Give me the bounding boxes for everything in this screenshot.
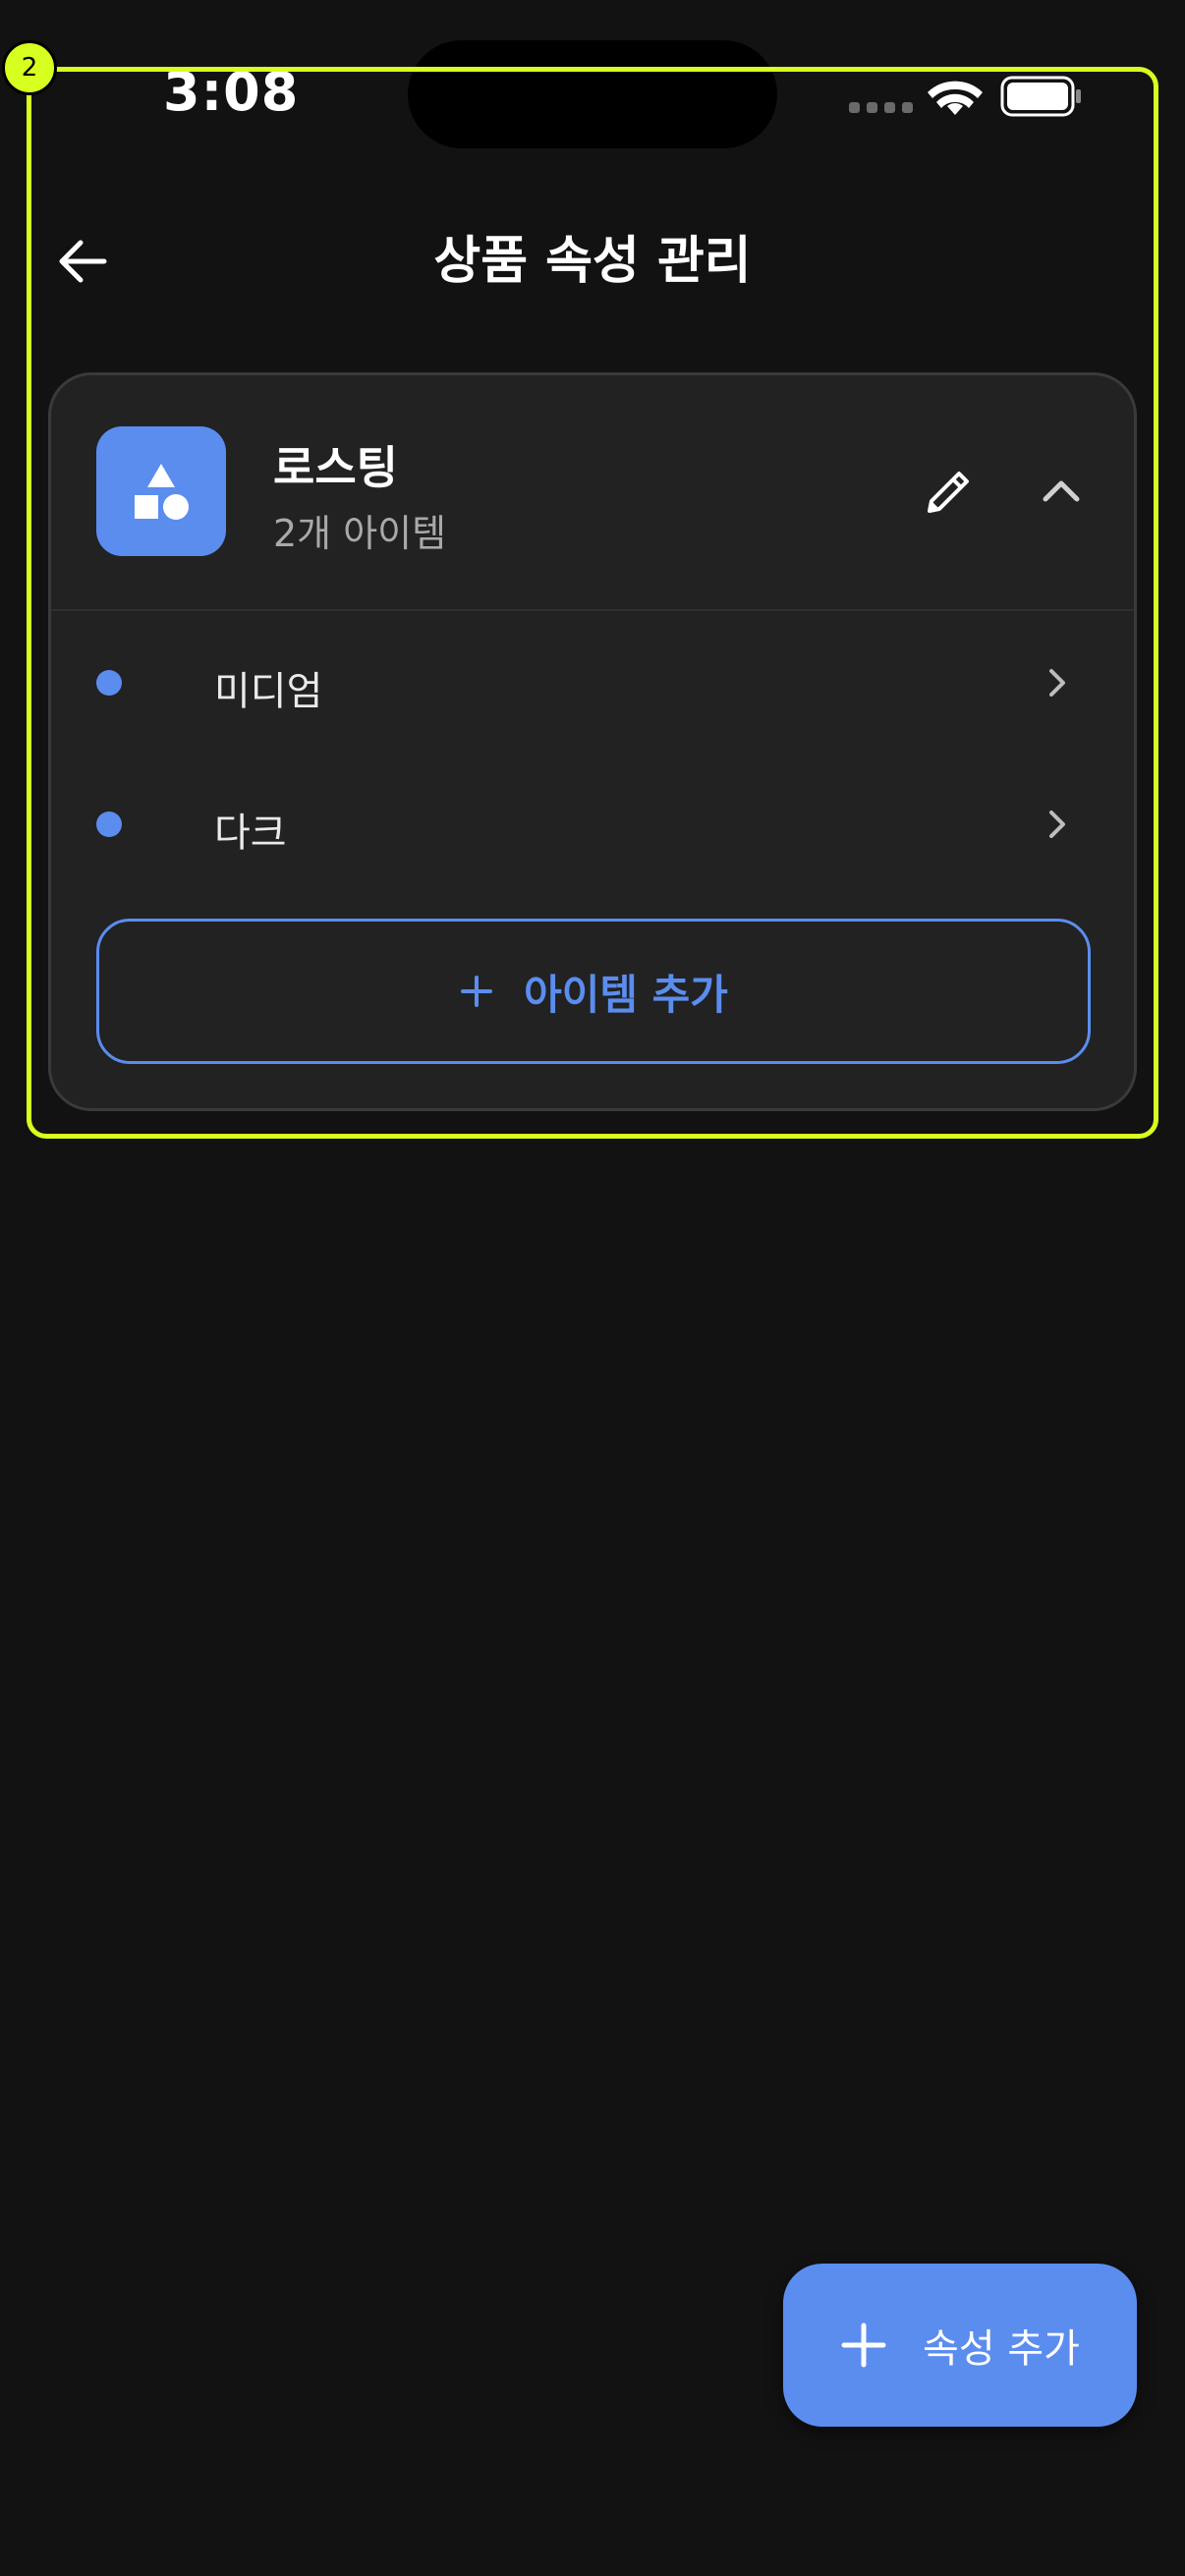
add-item-label: 아이템 추가 <box>524 970 728 1019</box>
attribute-name: 로스팅 <box>273 441 398 494</box>
dynamic-island <box>408 40 777 148</box>
attribute-card: 로스팅 2개 아이템 미디엄 다크 아이템 추가 <box>48 372 1137 1111</box>
item-bullet <box>96 812 122 837</box>
add-attribute-label: 속성 추가 <box>923 2326 1080 2372</box>
shapes-icon <box>96 426 226 556</box>
add-item-button[interactable]: 아이템 추가 <box>96 919 1091 1064</box>
wifi-icon <box>928 81 983 115</box>
card-divider <box>51 609 1134 611</box>
item-bullet <box>96 670 122 696</box>
edit-icon[interactable] <box>920 462 979 521</box>
status-time: 3:08 <box>163 61 300 123</box>
plus-icon <box>841 2323 886 2368</box>
chevron-right-icon <box>1049 811 1065 838</box>
battery-icon <box>1000 76 1081 117</box>
item-label: 다크 <box>214 811 287 856</box>
attribute-item-row[interactable]: 다크 <box>51 765 1134 883</box>
attribute-item-count: 2개 아이템 <box>273 512 447 555</box>
page-title: 상품 속성 관리 <box>433 232 752 291</box>
chevron-right-icon <box>1049 669 1065 697</box>
screen: 3:08 상품 속성 관리 로스팅 2개 아이템 미디엄 다크 아이템 추가 2… <box>0 0 1185 2576</box>
item-label: 미디엄 <box>214 669 323 714</box>
highlight-badge: 2 <box>2 40 57 95</box>
add-attribute-button[interactable]: 속성 추가 <box>783 2264 1137 2427</box>
chevron-up-icon[interactable] <box>1034 464 1089 519</box>
attribute-item-row[interactable]: 미디엄 <box>51 624 1134 742</box>
plus-icon <box>461 976 493 1007</box>
cellular-signal-icon <box>849 102 913 113</box>
